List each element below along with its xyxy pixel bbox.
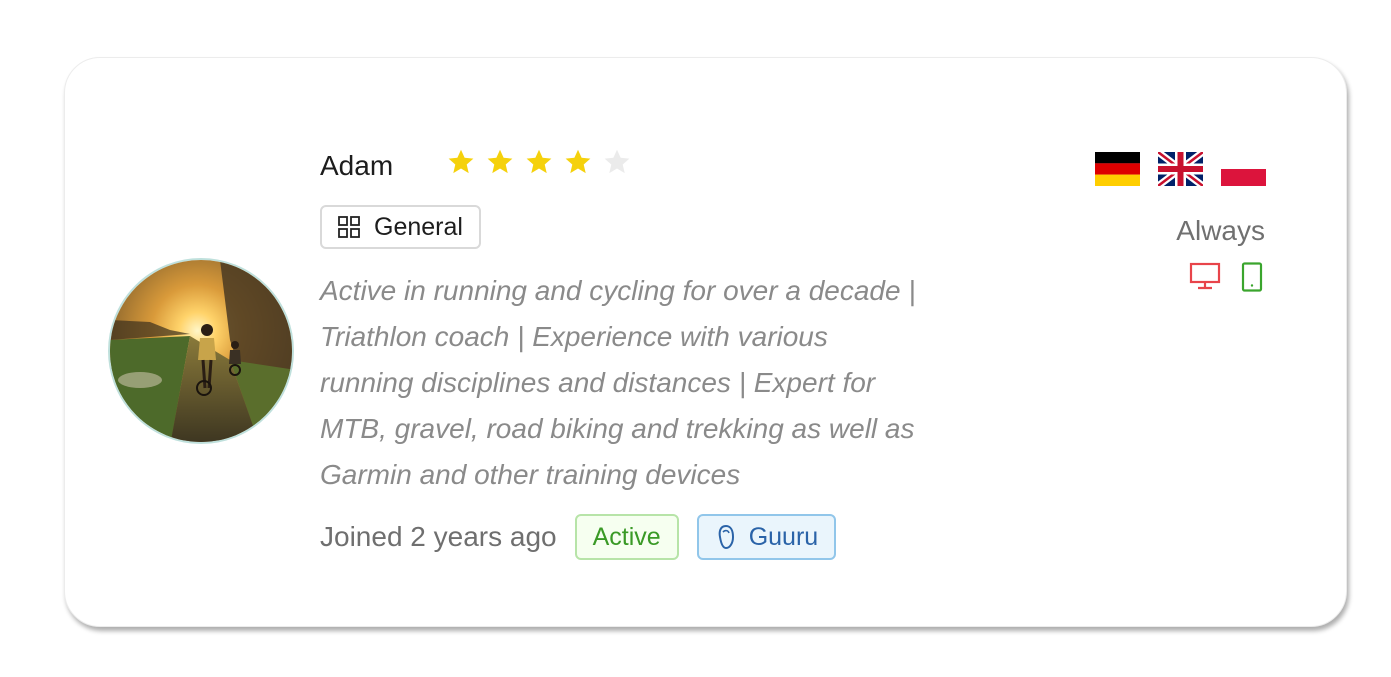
star-empty-icon	[604, 149, 630, 174]
star-filled-icon	[526, 149, 552, 174]
expert-name: Adam	[320, 150, 394, 181]
guuru-logo-icon	[718, 524, 734, 550]
star-filled-icon	[448, 149, 474, 174]
category-label: General	[374, 212, 463, 241]
category-chip[interactable]: General	[320, 205, 481, 249]
grid-icon	[338, 216, 360, 238]
star-filled-icon	[487, 149, 513, 174]
polish-flag-icon	[1221, 152, 1266, 186]
guuru-badge: Guuru	[696, 514, 837, 560]
avatar	[108, 258, 294, 444]
expert-meta: Joined 2 years ago Active Guuru	[320, 514, 837, 560]
star-filled-icon	[565, 149, 591, 174]
language-flags	[1095, 152, 1266, 186]
uk-flag-icon	[1158, 152, 1203, 186]
rating-stars	[447, 148, 631, 176]
joined-text: Joined 2 years ago	[320, 521, 557, 552]
availability-text: Always	[1176, 215, 1265, 246]
mobile-icon	[1241, 262, 1263, 292]
status-badge: Active	[574, 514, 679, 560]
german-flag-icon	[1095, 152, 1140, 186]
desktop-icon	[1189, 262, 1221, 290]
expert-bio: Active in running and cycling for over a…	[320, 275, 916, 490]
supported-devices	[1189, 262, 1263, 292]
guuru-badge-label: Guuru	[748, 522, 819, 551]
